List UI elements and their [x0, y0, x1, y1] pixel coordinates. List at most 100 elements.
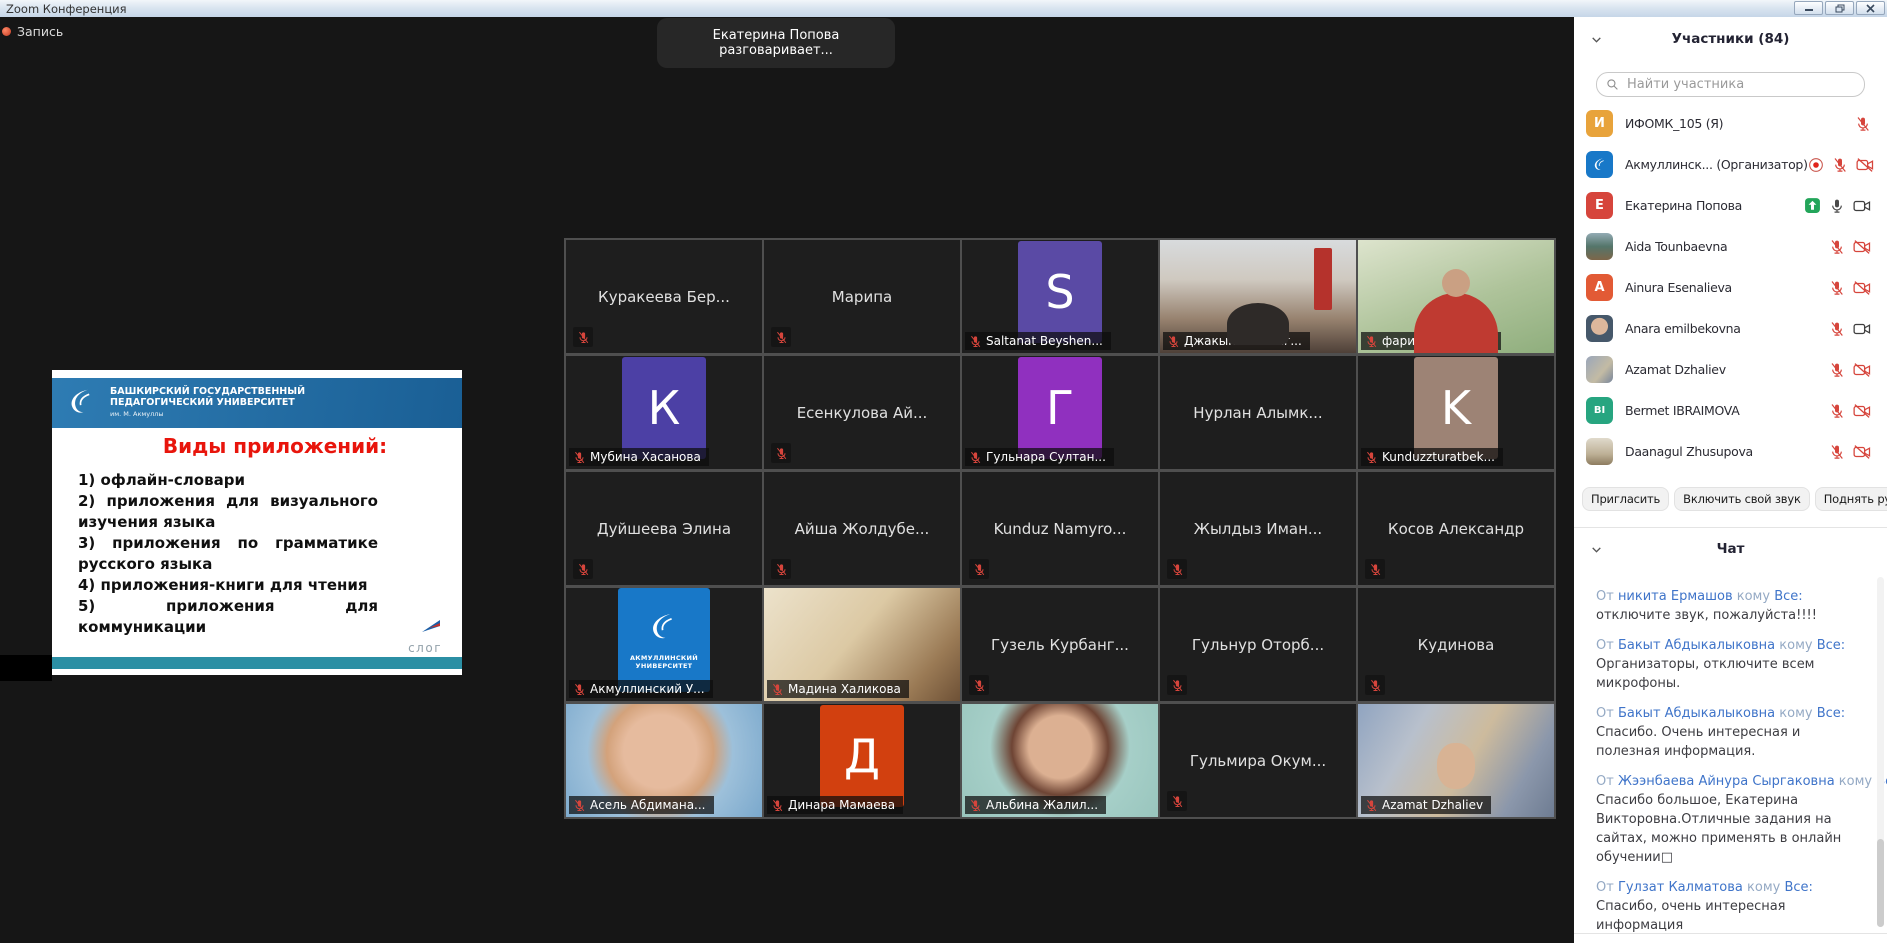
- participant-name: Гузель Курбанг...: [962, 636, 1158, 654]
- raise-hand-button[interactable]: Поднять руку: [1815, 487, 1887, 511]
- mic-muted-icon: [1167, 791, 1187, 811]
- chat-message-body: отключите звук, пожалуйста!!!!: [1596, 606, 1846, 625]
- university-logo-icon: [645, 609, 683, 651]
- video-tile[interactable]: SSaltanat Beyshen...: [962, 240, 1158, 353]
- minimize-button[interactable]: [1794, 1, 1823, 15]
- video-tile[interactable]: KKunduzzturatbek...: [1358, 356, 1554, 469]
- participant-row[interactable]: Daanagul Zhusupova: [1574, 431, 1887, 472]
- restore-button[interactable]: [1825, 1, 1854, 15]
- participant-name: Saltanat Beyshen...: [986, 334, 1103, 348]
- participant-row[interactable]: AAinura Esenalieva: [1574, 267, 1887, 308]
- video-tile[interactable]: Мадина Халикова: [764, 588, 960, 701]
- mic-muted-icon: [771, 559, 791, 579]
- mic-muted-icon: [969, 335, 982, 348]
- video-tile[interactable]: Kunduz Namyro...: [962, 472, 1158, 585]
- participant-row[interactable]: BIBermet IBRAIMOVA: [1574, 390, 1887, 431]
- mic-muted-icon: [1829, 280, 1845, 296]
- chat-recipient-link[interactable]: Все:: [1774, 589, 1802, 604]
- video-tile[interactable]: Есенкулова Ай...: [764, 356, 960, 469]
- mic-muted-icon: [771, 799, 784, 812]
- unmute-button[interactable]: Включить свой звук: [1674, 487, 1810, 511]
- invite-button[interactable]: Пригласить: [1582, 487, 1669, 511]
- participant-avatar: Г: [1018, 357, 1102, 459]
- chat-sender-link[interactable]: Гулзат Калматова: [1618, 880, 1743, 895]
- participant-search-input[interactable]: [1625, 76, 1864, 93]
- video-grid: Куракеева Бер...МарипаSSaltanat Beyshen.…: [564, 238, 1556, 819]
- video-tile[interactable]: Дуйшеева Элина: [566, 472, 762, 585]
- chat-scrollbar-thumb[interactable]: [1877, 839, 1884, 927]
- participant-status-icons: [1808, 156, 1874, 174]
- participant-name: Ainura Esenalieva: [1625, 280, 1732, 295]
- video-tile[interactable]: Альбина Жалил...: [962, 704, 1158, 817]
- participant-name: Жылдыз Иман...: [1160, 520, 1356, 538]
- video-tile[interactable]: АКМУЛЛИНСКИЙУНИВЕРСИТЕТАкмуллинский У...: [566, 588, 762, 701]
- slide-list-item: 1) офлайн-словари: [78, 470, 378, 491]
- video-tile[interactable]: Айша Жолдубе...: [764, 472, 960, 585]
- video-tile[interactable]: Косов Александр: [1358, 472, 1554, 585]
- video-tile[interactable]: фарида бечелова: [1358, 240, 1554, 353]
- participant-name: Альбина Жалил...: [986, 798, 1098, 812]
- mic-muted-icon: [771, 683, 784, 696]
- video-tile[interactable]: Гульнур Оторб...: [1160, 588, 1356, 701]
- video-tile[interactable]: Марипа: [764, 240, 960, 353]
- video-tile[interactable]: Джакыпова Толг...: [1160, 240, 1356, 353]
- participant-row[interactable]: ИИФОМК_105 (Я): [1574, 103, 1887, 144]
- chat-from-label: От: [1596, 774, 1618, 789]
- participant-name: Azamat Dzhaliev: [1382, 798, 1483, 812]
- participant-status-icons: [1855, 116, 1871, 132]
- video-tile[interactable]: Гульмира Окум...: [1160, 704, 1356, 817]
- chat-recipient-link[interactable]: Все:: [1817, 706, 1845, 721]
- participant-name: Акмуллинский У...: [590, 682, 705, 696]
- close-button[interactable]: [1856, 1, 1885, 15]
- mic-muted-icon: [1829, 403, 1845, 419]
- mic-muted-icon: [1829, 239, 1845, 255]
- video-tile[interactable]: Нурлан Алымк...: [1160, 356, 1356, 469]
- video-tile[interactable]: ДДинара Мамаева: [764, 704, 960, 817]
- participant-name: Дуйшеева Элина: [566, 520, 762, 538]
- chat-sender-link[interactable]: Бакыт Абдыкалыковна: [1618, 638, 1775, 653]
- chat-title: Чат: [1574, 541, 1887, 557]
- participant-row[interactable]: Azamat Dzhaliev: [1574, 349, 1887, 390]
- video-tile[interactable]: Кудинова: [1358, 588, 1554, 701]
- zoom-window: Zoom Конференция Запись Екатерина Попова…: [0, 0, 1887, 943]
- participant-name-tag: Джакыпова Толг...: [1163, 332, 1310, 350]
- mic-muted-icon: [573, 559, 593, 579]
- speaking-toast: Екатерина Попова разговаривает...: [657, 18, 895, 68]
- participant-name: Екатерина Попова: [1625, 198, 1742, 213]
- participants-collapse-chevron-icon[interactable]: [1590, 33, 1603, 46]
- chat-sender-link[interactable]: Бакыт Абдыкалыковна: [1618, 706, 1775, 721]
- participant-name: Нурлан Алымк...: [1160, 404, 1356, 422]
- participant-avatar: S: [1018, 241, 1102, 343]
- participant-row[interactable]: Anara emilbekovna: [1574, 308, 1887, 349]
- video-tile[interactable]: Асель Абдимана...: [566, 704, 762, 817]
- participant-row[interactable]: ЕЕкатерина Попова: [1574, 185, 1887, 226]
- mic-muted-icon: [573, 451, 586, 464]
- participant-name: Гульмира Окум...: [1160, 752, 1356, 770]
- chat-sender-link[interactable]: Жээнбаева Айнура Сыргаковна: [1618, 774, 1835, 789]
- video-tile[interactable]: ГГульнара Султан...: [962, 356, 1158, 469]
- chat-to-label: кому: [1775, 706, 1817, 721]
- chat-sender-link[interactable]: никита Ермашов: [1618, 589, 1733, 604]
- chat-to-label: кому: [1743, 880, 1785, 895]
- mic-muted-icon: [771, 443, 791, 463]
- video-tile[interactable]: Azamat Dzhaliev: [1358, 704, 1554, 817]
- university-logo-avatar: АКМУЛЛИНСКИЙУНИВЕРСИТЕТ: [618, 588, 710, 692]
- video-tile[interactable]: Жылдыз Иман...: [1160, 472, 1356, 585]
- chat-messages: От никита Ермашов кому Все: отключите зву…: [1596, 587, 1846, 943]
- participant-avatar: Д: [820, 705, 904, 807]
- participant-row[interactable]: Акмуллинск... (Организатор): [1574, 144, 1887, 185]
- slog-flag-icon: [420, 618, 442, 637]
- video-tile[interactable]: Куракеева Бер...: [566, 240, 762, 353]
- chat-recipient-link[interactable]: Все:: [1784, 880, 1812, 895]
- participant-name: Anara emilbekovna: [1625, 321, 1741, 336]
- chat-collapse-chevron-icon[interactable]: [1590, 543, 1603, 556]
- camera-muted-icon: [1853, 279, 1871, 297]
- university-name-line1: БАШКИРСКИЙ ГОСУДАРСТВЕННЫЙ: [110, 386, 305, 398]
- video-tile[interactable]: Гузель Курбанг...: [962, 588, 1158, 701]
- chat-message-header: От Бакыт Абдыкалыковна кому Все:: [1596, 636, 1846, 655]
- participant-row[interactable]: Aida Tounbaevna: [1574, 226, 1887, 267]
- chat-message-header: От Бакыт Абдыкалыковна кому Все:: [1596, 704, 1846, 723]
- video-tile[interactable]: КМубина Хасанова: [566, 356, 762, 469]
- chat-recipient-link[interactable]: Все:: [1817, 638, 1845, 653]
- mic-muted-icon: [1167, 335, 1180, 348]
